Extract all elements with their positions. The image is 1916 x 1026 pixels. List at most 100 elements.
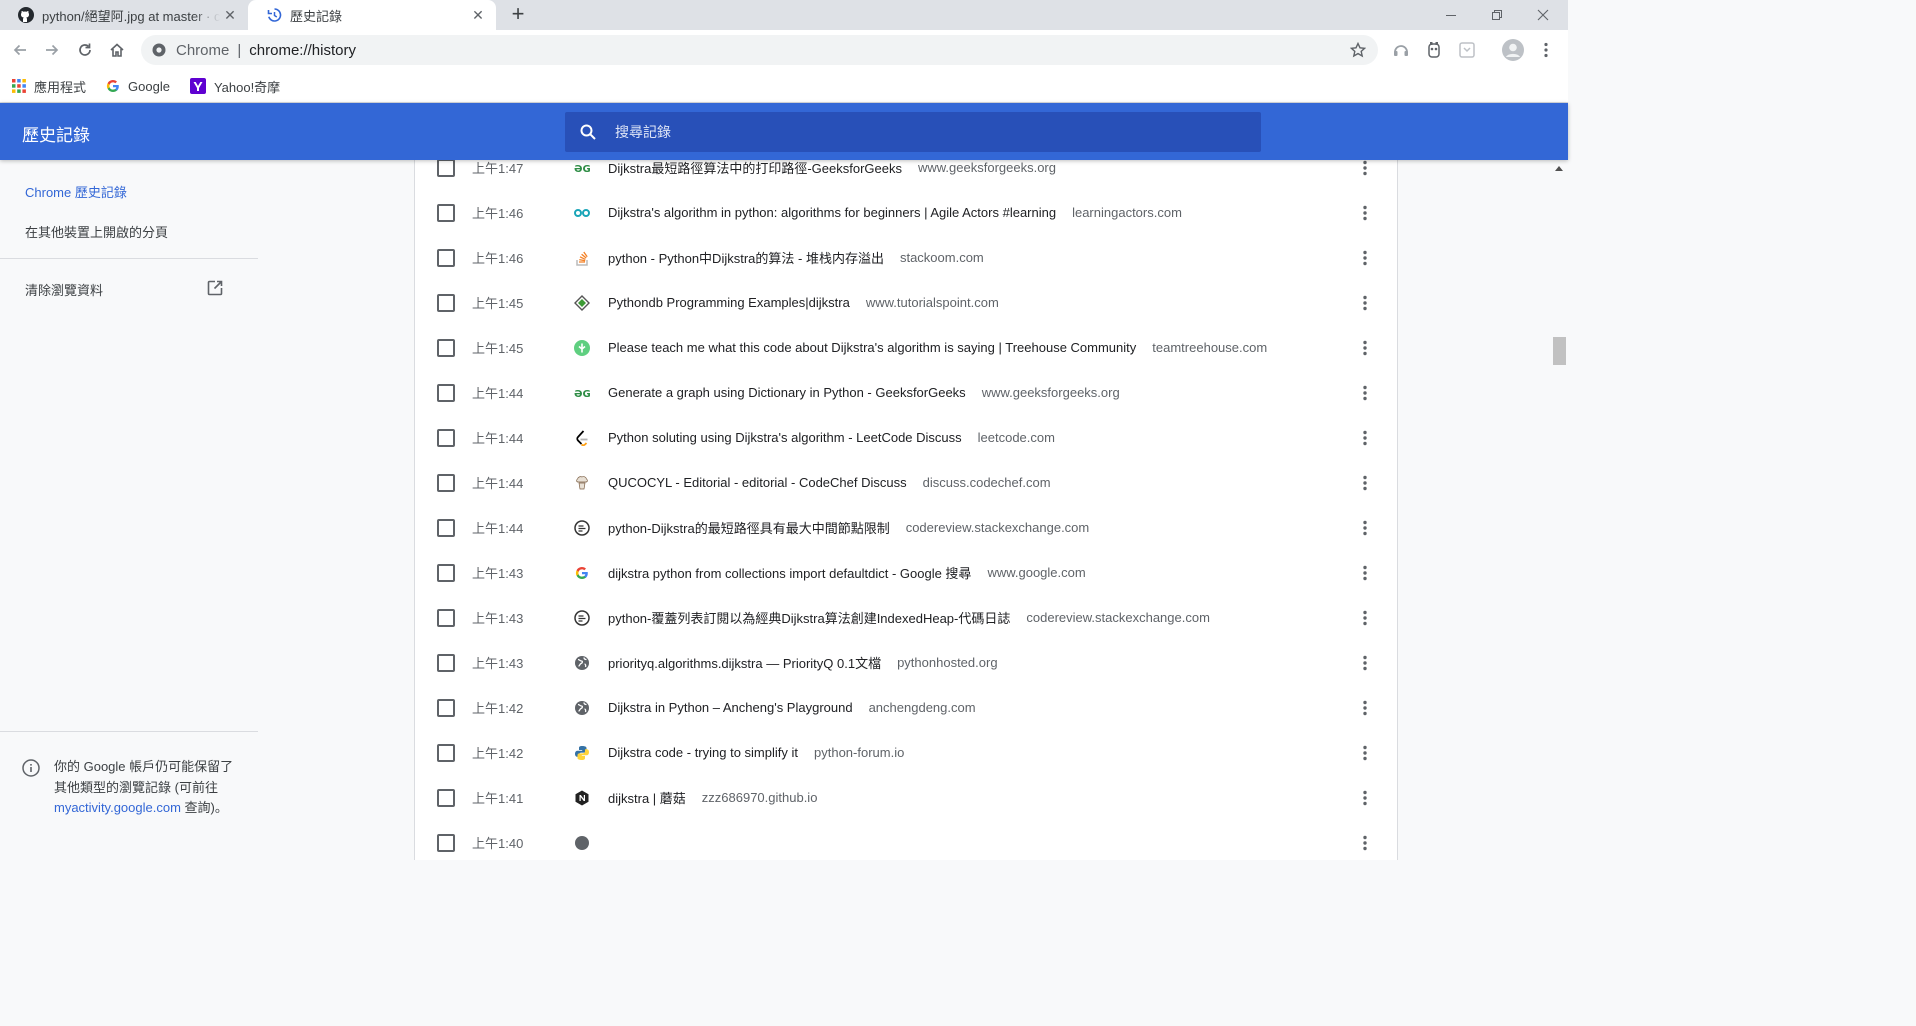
extension-headphones-icon[interactable] xyxy=(1391,40,1411,60)
globe-icon xyxy=(574,835,590,851)
google-account-note: 你的 Google 帳戶仍可能保留了其他類型的瀏覽記錄 (可前往 myactiv… xyxy=(22,757,242,819)
sidebar-item-chrome-history[interactable]: Chrome 歷史記錄 xyxy=(25,182,127,201)
history-title-link[interactable]: python - Python中Dijkstra的算法 - 堆栈内存溢出 xyxy=(608,248,884,267)
scroll-up-arrow-icon[interactable] xyxy=(1555,166,1563,171)
history-checkbox[interactable] xyxy=(437,428,455,447)
history-checkbox[interactable] xyxy=(437,653,455,672)
tab-github[interactable]: python/絕望阿.jpg at master · c ✕ xyxy=(0,0,248,30)
history-item[interactable]: 上午1:44 python-Dijkstra的最短路徑具有最大中間節點限制 cod… xyxy=(415,505,1397,550)
close-window-icon[interactable] xyxy=(1520,0,1566,30)
menu-kebab-icon[interactable] xyxy=(1536,40,1556,60)
history-checkbox[interactable] xyxy=(437,473,455,492)
history-title-link[interactable]: priorityq.algorithms.dijkstra — Priority… xyxy=(608,653,881,672)
scrollbar-thumb[interactable] xyxy=(1553,337,1566,365)
address-bar[interactable]: Chrome | chrome://history xyxy=(141,35,1378,65)
history-checkbox[interactable] xyxy=(437,608,455,627)
minimize-icon[interactable] xyxy=(1428,0,1474,30)
history-item[interactable]: 上午1:43 priorityq.algorithms.dijkstra — P… xyxy=(415,640,1397,685)
history-checkbox[interactable] xyxy=(437,698,455,717)
history-checkbox[interactable] xyxy=(437,293,455,312)
history-checkbox[interactable] xyxy=(437,203,455,222)
history-checkbox[interactable] xyxy=(437,338,455,357)
history-title-link[interactable]: dijkstra python from collections import … xyxy=(608,563,971,582)
tab-history[interactable]: 歷史記錄 ✕ xyxy=(248,0,496,30)
new-tab-button[interactable]: + xyxy=(507,3,529,26)
more-actions-icon[interactable] xyxy=(1356,606,1374,630)
tab-close-icon[interactable]: ✕ xyxy=(222,7,238,23)
more-actions-icon[interactable] xyxy=(1356,471,1374,495)
more-actions-icon[interactable] xyxy=(1356,381,1374,405)
history-checkbox[interactable] xyxy=(437,563,455,582)
extension-panda-icon[interactable] xyxy=(1424,40,1444,60)
history-domain: zzz686970.github.io xyxy=(701,790,818,805)
history-title-link[interactable]: Dijkstra最短路徑算法中的打印路徑-GeeksforGeeks xyxy=(608,158,902,177)
external-link-icon xyxy=(206,279,224,300)
more-actions-icon[interactable] xyxy=(1356,516,1374,540)
more-actions-icon[interactable] xyxy=(1356,291,1374,315)
history-item[interactable]: 上午1:44 ƏG Generate a graph using Diction… xyxy=(415,370,1397,415)
history-item[interactable]: 上午1:44 QUCOCYL - Editorial - editorial -… xyxy=(415,460,1397,505)
history-item[interactable]: 上午1:46 python - Python中Dijkstra的算法 - 堆栈内… xyxy=(415,235,1397,280)
history-title-link[interactable]: Please teach me what this code about Dij… xyxy=(608,340,1136,355)
history-title-link[interactable]: Python soluting using Dijkstra's algorit… xyxy=(608,430,962,445)
sidebar-item-clear-data[interactable]: 清除瀏覽資料 xyxy=(25,280,225,299)
history-domain: learningactors.com xyxy=(1072,205,1182,220)
history-title-link[interactable]: Dijkstra's algorithm in python: algorith… xyxy=(608,205,1056,220)
history-title-link[interactable]: python-Dijkstra的最短路徑具有最大中間節點限制 xyxy=(608,518,890,537)
bookmark-yahoo[interactable]: Yahoo!奇摩 xyxy=(189,77,280,96)
history-checkbox[interactable] xyxy=(437,383,455,402)
back-icon[interactable] xyxy=(8,38,32,62)
history-checkbox[interactable] xyxy=(437,788,455,807)
reload-icon[interactable] xyxy=(73,38,97,62)
history-item[interactable]: 上午1:45 Pythondb Programming Examples|dij… xyxy=(415,280,1397,325)
history-item[interactable]: 上午1:43 python-覆蓋列表訂閱以為經典Dijkstra算法創建Inde… xyxy=(415,595,1397,640)
url-text[interactable]: chrome://history xyxy=(249,42,356,59)
history-checkbox[interactable] xyxy=(437,743,455,762)
history-checkbox[interactable] xyxy=(437,248,455,267)
home-icon[interactable] xyxy=(105,38,129,62)
profile-avatar-icon[interactable] xyxy=(1501,38,1525,62)
history-item[interactable]: 上午1:40 xyxy=(415,820,1397,865)
bookmark-star-icon[interactable] xyxy=(1349,41,1367,62)
more-actions-icon[interactable] xyxy=(1356,336,1374,360)
history-title-link[interactable]: Dijkstra in Python – Ancheng's Playgroun… xyxy=(608,700,853,715)
more-actions-icon[interactable] xyxy=(1356,201,1374,225)
history-checkbox[interactable] xyxy=(437,833,455,852)
history-checkbox[interactable] xyxy=(437,518,455,537)
svg-text:ƏG: ƏG xyxy=(574,389,590,398)
tab-close-icon[interactable]: ✕ xyxy=(470,7,486,23)
more-actions-icon[interactable] xyxy=(1356,246,1374,270)
history-item[interactable]: 上午1:43 dijkstra python from collections … xyxy=(415,550,1397,595)
history-title-link[interactable]: QUCOCYL - Editorial - editorial - CodeCh… xyxy=(608,475,907,490)
history-item[interactable]: 上午1:46 Dijkstra's algorithm in python: a… xyxy=(415,190,1397,235)
history-item[interactable]: 上午1:41 dijkstra | 蘑菇 zzz686970.github.io xyxy=(415,775,1397,820)
more-actions-icon[interactable] xyxy=(1356,561,1374,585)
more-actions-icon[interactable] xyxy=(1356,786,1374,810)
history-domain: www.geeksforgeeks.org xyxy=(917,160,1056,175)
sidebar-item-other-devices[interactable]: 在其他裝置上開啟的分頁 xyxy=(25,222,168,241)
search-input[interactable] xyxy=(613,123,1217,141)
bookmark-apps[interactable]: 應用程式 xyxy=(12,77,86,96)
history-item[interactable]: 上午1:42 Dijkstra in Python – Ancheng's Pl… xyxy=(415,685,1397,730)
history-title-link[interactable]: python-覆蓋列表訂閱以為經典Dijkstra算法創建IndexedHeap… xyxy=(608,608,1010,627)
more-actions-icon[interactable] xyxy=(1356,741,1374,765)
more-actions-icon[interactable] xyxy=(1356,426,1374,450)
history-item[interactable]: 上午1:42 Dijkstra code - trying to simplif… xyxy=(415,730,1397,775)
history-item[interactable]: 上午1:45 Please teach me what this code ab… xyxy=(415,325,1397,370)
bookmark-google[interactable]: Google xyxy=(106,79,170,94)
forward-icon[interactable] xyxy=(40,38,64,62)
restore-icon[interactable] xyxy=(1474,0,1520,30)
page-scrollbar[interactable] xyxy=(1551,160,1568,840)
history-title-link[interactable]: Pythondb Programming Examples|dijkstra xyxy=(608,295,850,310)
more-actions-icon[interactable] xyxy=(1356,831,1374,855)
more-actions-icon[interactable] xyxy=(1356,696,1374,720)
myactivity-link[interactable]: myactivity.google.com xyxy=(54,800,181,815)
history-item[interactable]: 上午1:44 Python soluting using Dijkstra's … xyxy=(415,415,1397,460)
extension-pocket-icon[interactable] xyxy=(1457,40,1477,60)
more-actions-icon[interactable] xyxy=(1356,651,1374,675)
search-box[interactable] xyxy=(565,112,1261,152)
history-checkbox[interactable] xyxy=(437,158,455,177)
history-title-link[interactable]: dijkstra | 蘑菇 xyxy=(608,788,686,807)
history-title-link[interactable]: Generate a graph using Dictionary in Pyt… xyxy=(608,385,966,400)
history-title-link[interactable]: Dijkstra code - trying to simplify it xyxy=(608,745,798,760)
